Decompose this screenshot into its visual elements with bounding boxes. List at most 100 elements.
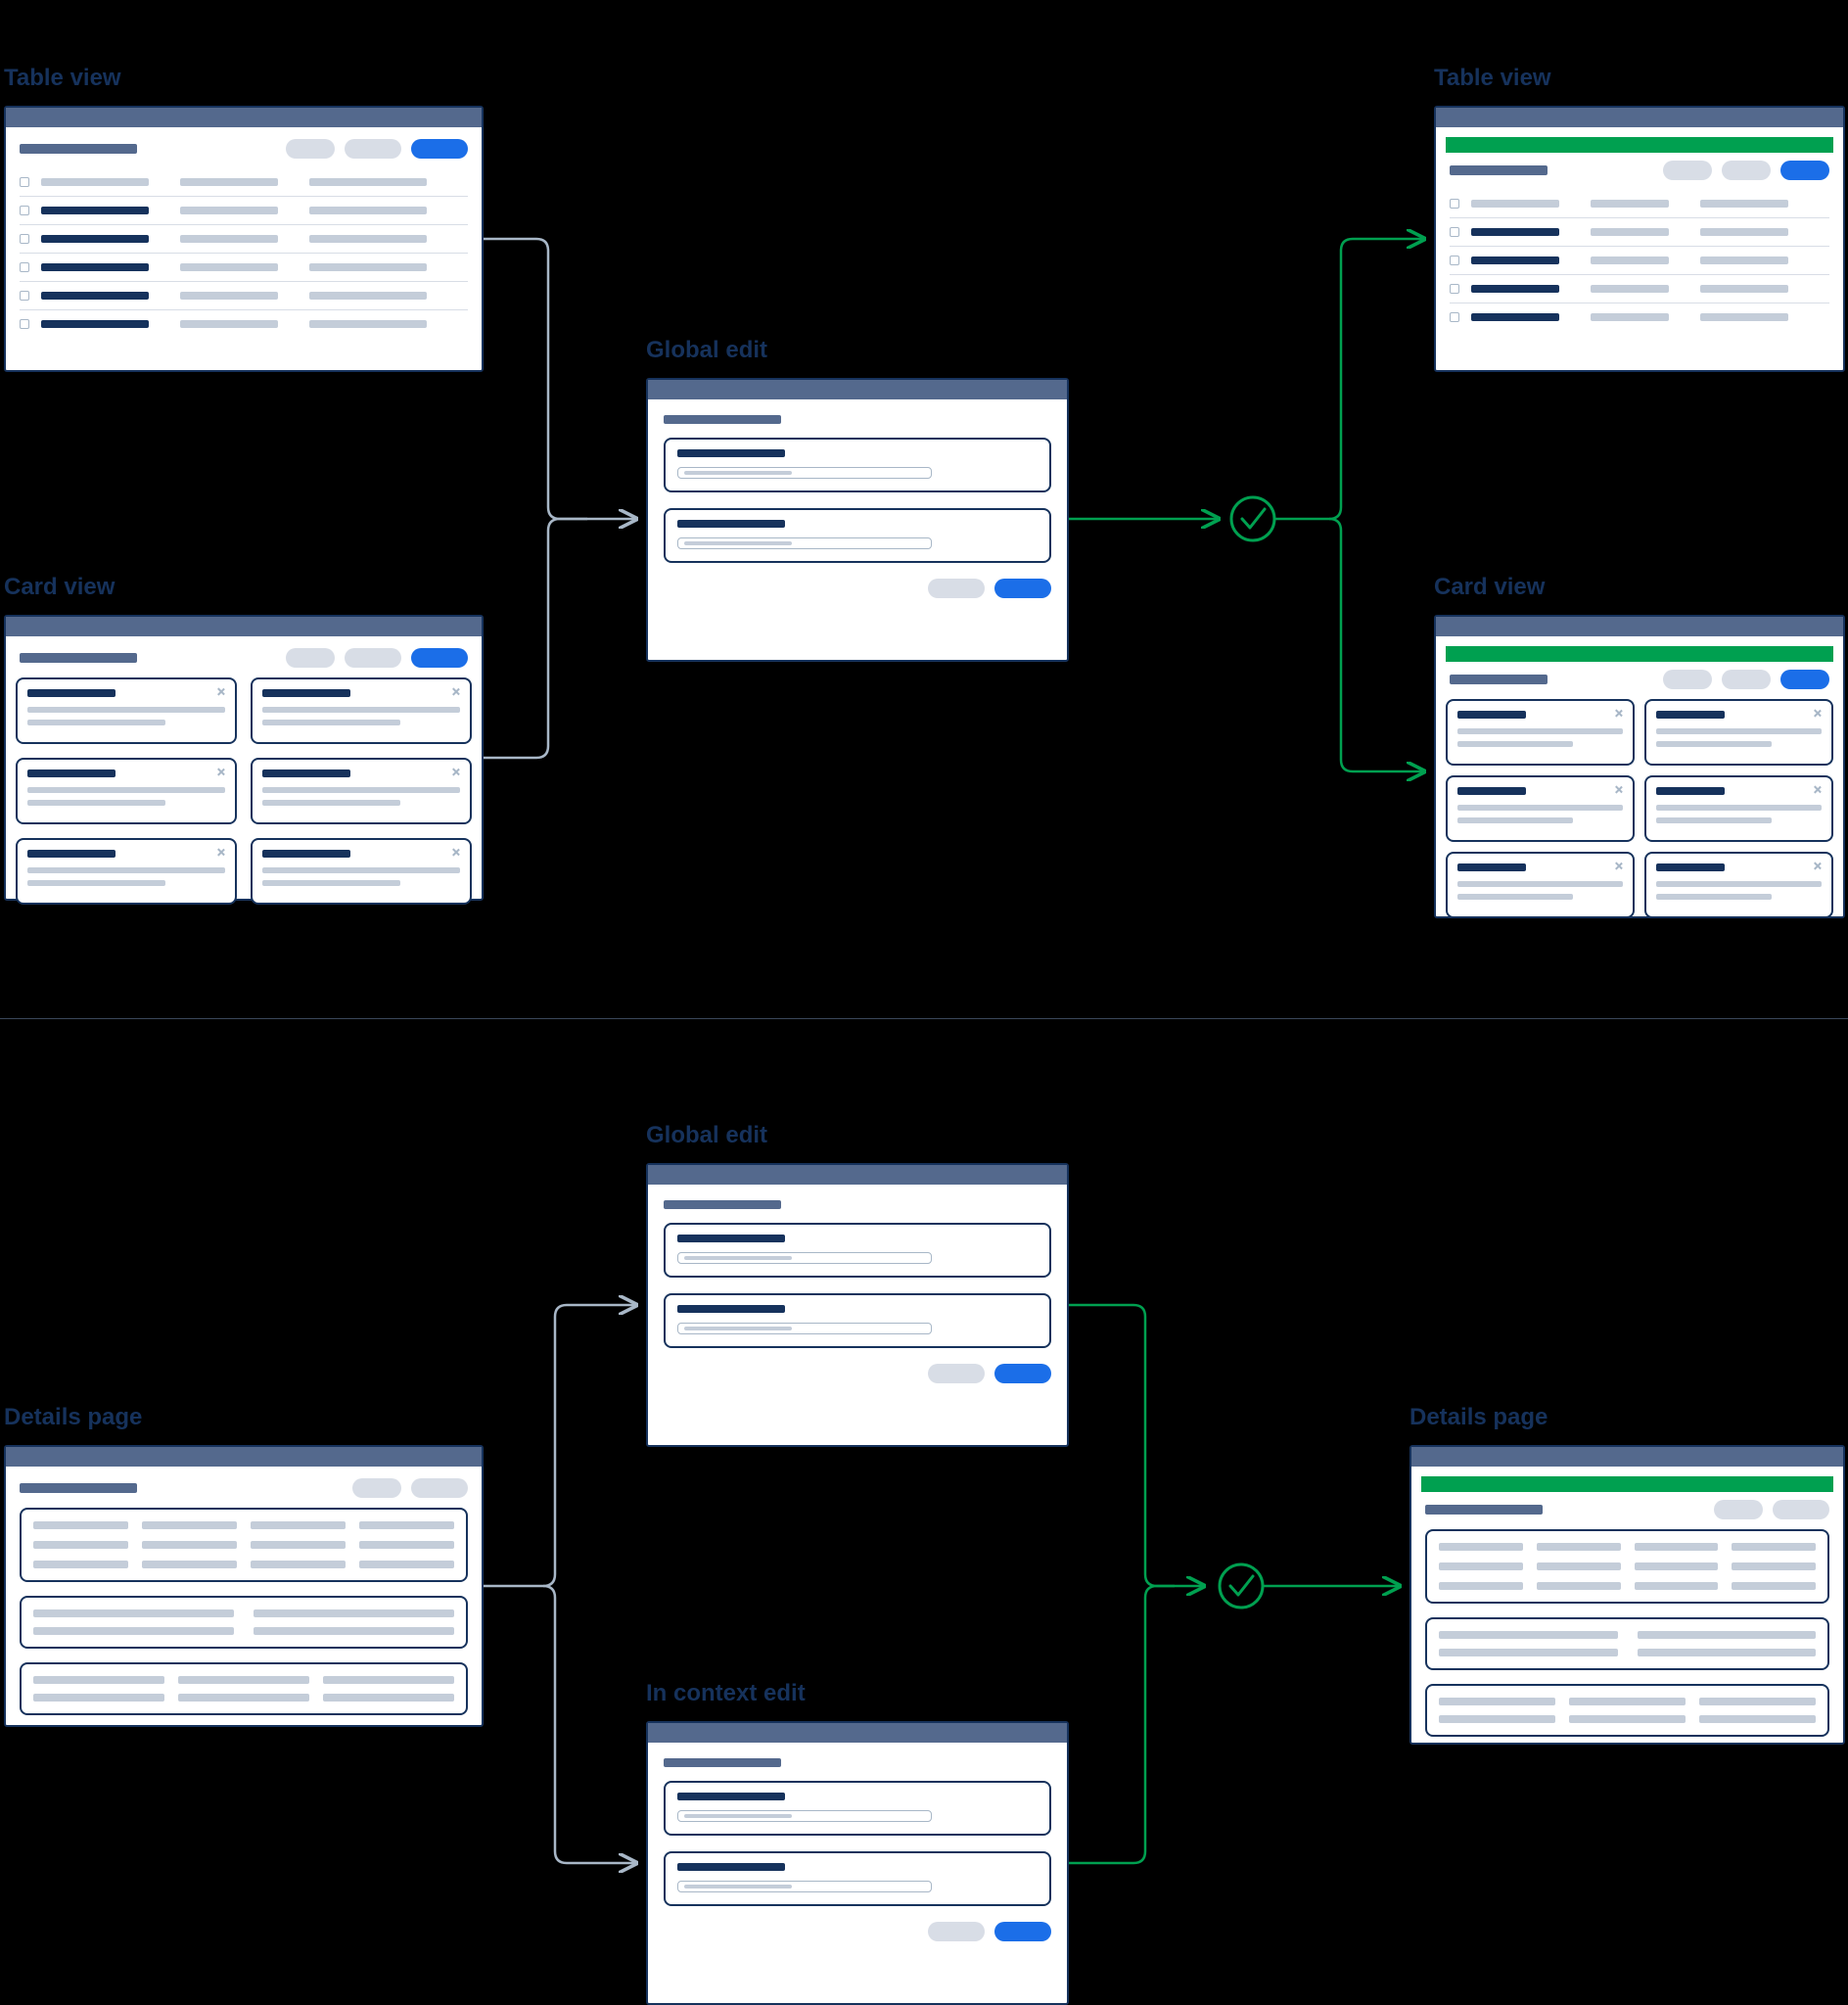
title-placeholder — [1425, 1505, 1543, 1515]
action-pill[interactable] — [1714, 1500, 1763, 1519]
table-row[interactable] — [20, 310, 468, 338]
label-in-context-edit: In context edit — [646, 1680, 806, 1707]
titlebar — [1436, 108, 1843, 127]
text-input[interactable] — [677, 1881, 932, 1892]
cancel-button[interactable] — [928, 1922, 985, 1941]
save-button[interactable] — [994, 1364, 1051, 1383]
title-placeholder — [20, 144, 137, 154]
action-pill[interactable] — [1722, 670, 1771, 689]
close-icon[interactable] — [216, 687, 225, 696]
form-actions — [664, 1922, 1051, 1941]
panel-in-context-edit — [646, 1721, 1069, 2005]
form-wireframe — [648, 1185, 1067, 1397]
card[interactable] — [1644, 699, 1833, 766]
panel-table-view-left — [4, 106, 484, 372]
checkbox[interactable] — [20, 291, 29, 301]
action-pill[interactable] — [1663, 670, 1712, 689]
close-icon[interactable] — [1813, 709, 1822, 718]
checkbox[interactable] — [1450, 312, 1459, 322]
details-block — [1425, 1529, 1829, 1604]
text-input[interactable] — [677, 467, 932, 479]
close-icon[interactable] — [216, 848, 225, 857]
action-pill[interactable] — [1773, 1500, 1829, 1519]
card[interactable] — [1644, 852, 1833, 918]
checkbox[interactable] — [20, 177, 29, 187]
cancel-button[interactable] — [928, 579, 985, 598]
success-banner — [1446, 646, 1833, 662]
action-pill[interactable] — [286, 648, 335, 668]
card[interactable] — [1446, 852, 1635, 918]
form-field — [664, 438, 1051, 492]
checkbox[interactable] — [1450, 199, 1459, 209]
table-row[interactable] — [20, 282, 468, 310]
close-icon[interactable] — [1813, 862, 1822, 870]
close-icon[interactable] — [1813, 785, 1822, 794]
title-placeholder — [20, 653, 137, 663]
action-pill[interactable] — [411, 1478, 468, 1498]
action-pill[interactable] — [286, 139, 335, 159]
table-row[interactable] — [1450, 218, 1829, 247]
primary-action-pill[interactable] — [411, 139, 468, 159]
close-icon[interactable] — [1614, 709, 1623, 718]
title-placeholder — [1450, 675, 1548, 684]
table-row[interactable] — [1450, 303, 1829, 331]
titlebar — [648, 1723, 1067, 1743]
table-row[interactable] — [20, 225, 468, 254]
close-icon[interactable] — [1614, 785, 1623, 794]
panel-card-view-left — [4, 615, 484, 901]
close-icon[interactable] — [1614, 862, 1623, 870]
close-icon[interactable] — [451, 768, 460, 776]
save-button[interactable] — [994, 1922, 1051, 1941]
title-placeholder — [20, 1483, 137, 1493]
close-icon[interactable] — [451, 687, 460, 696]
form-actions — [664, 1364, 1051, 1383]
table-row[interactable] — [20, 197, 468, 225]
primary-action-pill[interactable] — [1780, 161, 1829, 180]
table-header-row — [1450, 190, 1829, 218]
checkbox[interactable] — [1450, 227, 1459, 237]
panel-global-edit-s2 — [646, 1163, 1069, 1447]
close-icon[interactable] — [216, 768, 225, 776]
label-card-view-right: Card view — [1434, 574, 1545, 601]
text-input[interactable] — [677, 537, 932, 549]
checkbox[interactable] — [20, 262, 29, 272]
details-block — [20, 1508, 468, 1582]
card[interactable] — [251, 677, 472, 744]
checkbox[interactable] — [1450, 256, 1459, 265]
card[interactable] — [16, 758, 237, 824]
success-banner — [1446, 137, 1833, 153]
checkbox[interactable] — [20, 234, 29, 244]
card[interactable] — [1644, 775, 1833, 842]
table-row[interactable] — [1450, 247, 1829, 275]
label-global-edit-s2: Global edit — [646, 1122, 767, 1149]
card[interactable] — [16, 838, 237, 905]
primary-action-pill[interactable] — [1780, 670, 1829, 689]
save-button[interactable] — [994, 579, 1051, 598]
card[interactable] — [251, 838, 472, 905]
action-pill[interactable] — [345, 648, 401, 668]
card[interactable] — [1446, 775, 1635, 842]
card[interactable] — [1446, 699, 1635, 766]
table-row[interactable] — [1450, 275, 1829, 303]
table-row[interactable] — [20, 254, 468, 282]
text-input[interactable] — [677, 1252, 932, 1264]
panel-header-row — [6, 1467, 482, 1508]
close-icon[interactable] — [451, 848, 460, 857]
cancel-button[interactable] — [928, 1364, 985, 1383]
text-input[interactable] — [677, 1323, 932, 1334]
action-pill[interactable] — [352, 1478, 401, 1498]
action-pill[interactable] — [345, 139, 401, 159]
card[interactable] — [16, 677, 237, 744]
action-pill[interactable] — [1663, 161, 1712, 180]
checkbox[interactable] — [1450, 284, 1459, 294]
form-field — [664, 1851, 1051, 1906]
text-input[interactable] — [677, 1810, 932, 1822]
action-pill[interactable] — [1722, 161, 1771, 180]
card[interactable] — [251, 758, 472, 824]
table-wireframe — [6, 168, 482, 351]
form-title-placeholder — [664, 1758, 781, 1767]
table-header-row — [20, 168, 468, 197]
checkbox[interactable] — [20, 206, 29, 215]
checkbox[interactable] — [20, 319, 29, 329]
primary-action-pill[interactable] — [411, 648, 468, 668]
